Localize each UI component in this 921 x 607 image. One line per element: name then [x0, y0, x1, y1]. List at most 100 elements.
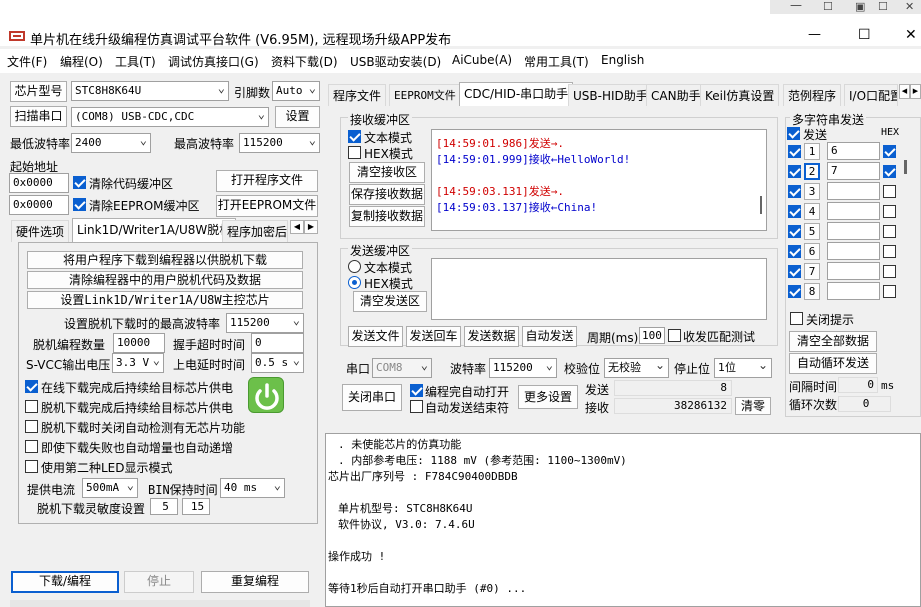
copy-receive-button[interactable]: 复制接收数据: [349, 206, 425, 227]
tab-scroll-right-button[interactable]: ▶: [304, 220, 318, 234]
open-program-file-button[interactable]: 打开程序文件: [216, 170, 318, 192]
row-send-checkbox[interactable]: [788, 185, 801, 198]
row-value-input[interactable]: [827, 222, 880, 240]
save-receive-button[interactable]: 保存接收数据: [349, 184, 425, 205]
tab-scroll-left-button[interactable]: ◀: [290, 220, 304, 234]
offline-max-baud-select[interactable]: 115200: [226, 313, 304, 333]
row-send-button[interactable]: 1: [804, 143, 820, 160]
stop-button[interactable]: 停止: [124, 571, 194, 593]
clear-send-button[interactable]: 清空发送区: [353, 291, 427, 312]
row-value-input[interactable]: 7: [827, 162, 880, 180]
row-hex-checkbox[interactable]: [883, 205, 896, 218]
handshake-timeout-input[interactable]: 0: [251, 333, 304, 353]
row-send-checkbox[interactable]: [788, 165, 801, 178]
receive-scrollbar[interactable]: [760, 196, 762, 214]
row-send-button[interactable]: 3: [804, 183, 820, 200]
row-hex-checkbox[interactable]: [883, 165, 896, 178]
repeat-program-button[interactable]: 重复编程: [201, 571, 309, 593]
tab-usb-hid[interactable]: USB-HID助手: [568, 84, 653, 106]
close-button[interactable]: ✕: [905, 27, 917, 43]
tab-examples[interactable]: 范例程序: [783, 84, 842, 106]
auto-open-checkbox[interactable]: [410, 384, 423, 397]
menu-debug[interactable]: 调试仿真接口(G): [168, 53, 259, 70]
interval-input[interactable]: 0: [838, 377, 878, 393]
row-send-button[interactable]: 5: [804, 223, 820, 240]
minimize-button[interactable]: —: [808, 27, 821, 42]
menu-english[interactable]: English: [601, 53, 644, 67]
row-hex-checkbox[interactable]: [883, 225, 896, 238]
svcc-voltage-select[interactable]: 3.3 V: [112, 353, 164, 373]
menu-common-tools[interactable]: 常用工具(T): [524, 53, 589, 70]
log-output[interactable]: . 未使能芯片的仿真功能 . 内部参考电压: 1188 mV (参考范围: 11…: [325, 433, 921, 607]
send-enter-button[interactable]: 发送回车: [406, 326, 461, 347]
download-to-programmer-button[interactable]: 将用户程序下载到编程器以供脱机下载: [27, 251, 303, 269]
row-hex-checkbox[interactable]: [883, 185, 896, 198]
baud-rate-select[interactable]: 115200: [489, 358, 557, 378]
more-settings-button[interactable]: 更多设置: [518, 385, 578, 409]
row-send-button[interactable]: 4: [804, 203, 820, 220]
row-send-checkbox[interactable]: [788, 285, 801, 298]
auto-loop-send-button[interactable]: 自动循环发送: [789, 353, 877, 374]
pin-count-select[interactable]: Auto: [272, 81, 320, 101]
row-send-button[interactable]: 2: [804, 163, 820, 180]
clear-eeprom-checkbox[interactable]: [73, 198, 86, 211]
chip-model-button[interactable]: 芯片型号: [10, 81, 67, 102]
tab-keil[interactable]: Keil仿真设置: [700, 84, 780, 106]
menu-file[interactable]: 文件(F): [7, 53, 47, 70]
tab-hardware-options[interactable]: 硬件选项: [11, 220, 70, 242]
auto-increment-checkbox[interactable]: [25, 440, 38, 453]
online-power-checkbox[interactable]: [25, 380, 38, 393]
code-address-input[interactable]: 0x0000: [9, 173, 69, 193]
tab-eeprom-file[interactable]: EEPROM文件: [389, 84, 461, 106]
top-close-icon[interactable]: ✕: [905, 0, 914, 13]
row-value-input[interactable]: [827, 242, 880, 260]
multi-scrollbar[interactable]: [904, 160, 907, 174]
supply-current-select[interactable]: 500mA: [82, 478, 138, 498]
tab-io-config[interactable]: I/O口配置: [844, 84, 898, 106]
send-area[interactable]: [431, 258, 767, 320]
send-file-button[interactable]: 发送文件: [348, 326, 403, 347]
row-value-input[interactable]: 6: [827, 142, 880, 160]
right-tab-scroll-right-button[interactable]: ▶: [910, 84, 921, 99]
port-settings-button[interactable]: 设置: [275, 106, 320, 128]
row-send-button[interactable]: 7: [804, 263, 820, 280]
tab-offline[interactable]: Link1D/Writer1A/U8W脱机: [72, 218, 237, 242]
auto-send-button[interactable]: 自动发送: [522, 326, 577, 347]
row-value-input[interactable]: [827, 262, 880, 280]
menu-usb-driver[interactable]: USB驱动安装(D): [350, 53, 441, 70]
close-hint-checkbox[interactable]: [790, 312, 803, 325]
recv-hex-mode-checkbox[interactable]: [348, 146, 361, 159]
row-send-checkbox[interactable]: [788, 245, 801, 258]
row-value-input[interactable]: [827, 182, 880, 200]
bin-hold-select[interactable]: 40 ms: [220, 478, 285, 498]
set-master-chip-button[interactable]: 设置Link1D/Writer1A/U8W主控芯片: [27, 291, 303, 309]
sensitivity-input-2[interactable]: 15: [182, 498, 210, 515]
power-delay-select[interactable]: 0.5 s: [251, 353, 304, 373]
close-serial-button[interactable]: 关闭串口: [342, 384, 402, 411]
row-send-checkbox[interactable]: [788, 205, 801, 218]
row-hex-checkbox[interactable]: [883, 285, 896, 298]
send-all-checkbox[interactable]: [787, 127, 800, 140]
scan-port-button[interactable]: 扫描串口: [10, 106, 67, 127]
top-restore-icon[interactable]: ☐: [823, 0, 833, 13]
clear-programmer-button[interactable]: 清除编程器中的用户脱机代码及数据: [27, 271, 303, 289]
row-send-checkbox[interactable]: [788, 225, 801, 238]
top-box-icon[interactable]: ☐: [878, 0, 888, 13]
menu-tools[interactable]: 工具(T): [115, 53, 156, 70]
receive-area[interactable]: [14:59:01.986]发送→. [14:59:01.999]接收←Hell…: [431, 129, 767, 231]
tab-encrypt[interactable]: 程序加密后: [222, 220, 288, 242]
power-icon[interactable]: [248, 377, 284, 413]
clear-all-data-button[interactable]: 清空全部数据: [789, 331, 877, 352]
open-eeprom-file-button[interactable]: 打开EEPROM文件: [216, 195, 318, 217]
row-send-checkbox[interactable]: [788, 265, 801, 278]
max-baud-select[interactable]: 115200: [239, 133, 320, 153]
row-hex-checkbox[interactable]: [883, 245, 896, 258]
min-baud-select[interactable]: 2400: [71, 133, 151, 153]
menu-download[interactable]: 资料下载(D): [271, 53, 338, 70]
send-hex-mode-radio[interactable]: [348, 276, 361, 289]
chip-model-select[interactable]: STC8H8K64U: [71, 81, 229, 101]
port-select[interactable]: (COM8) USB-CDC,CDC: [71, 107, 269, 127]
clear-code-checkbox[interactable]: [73, 176, 86, 189]
offline-power-checkbox[interactable]: [25, 400, 38, 413]
menu-aicube[interactable]: AiCube(A): [452, 53, 512, 67]
